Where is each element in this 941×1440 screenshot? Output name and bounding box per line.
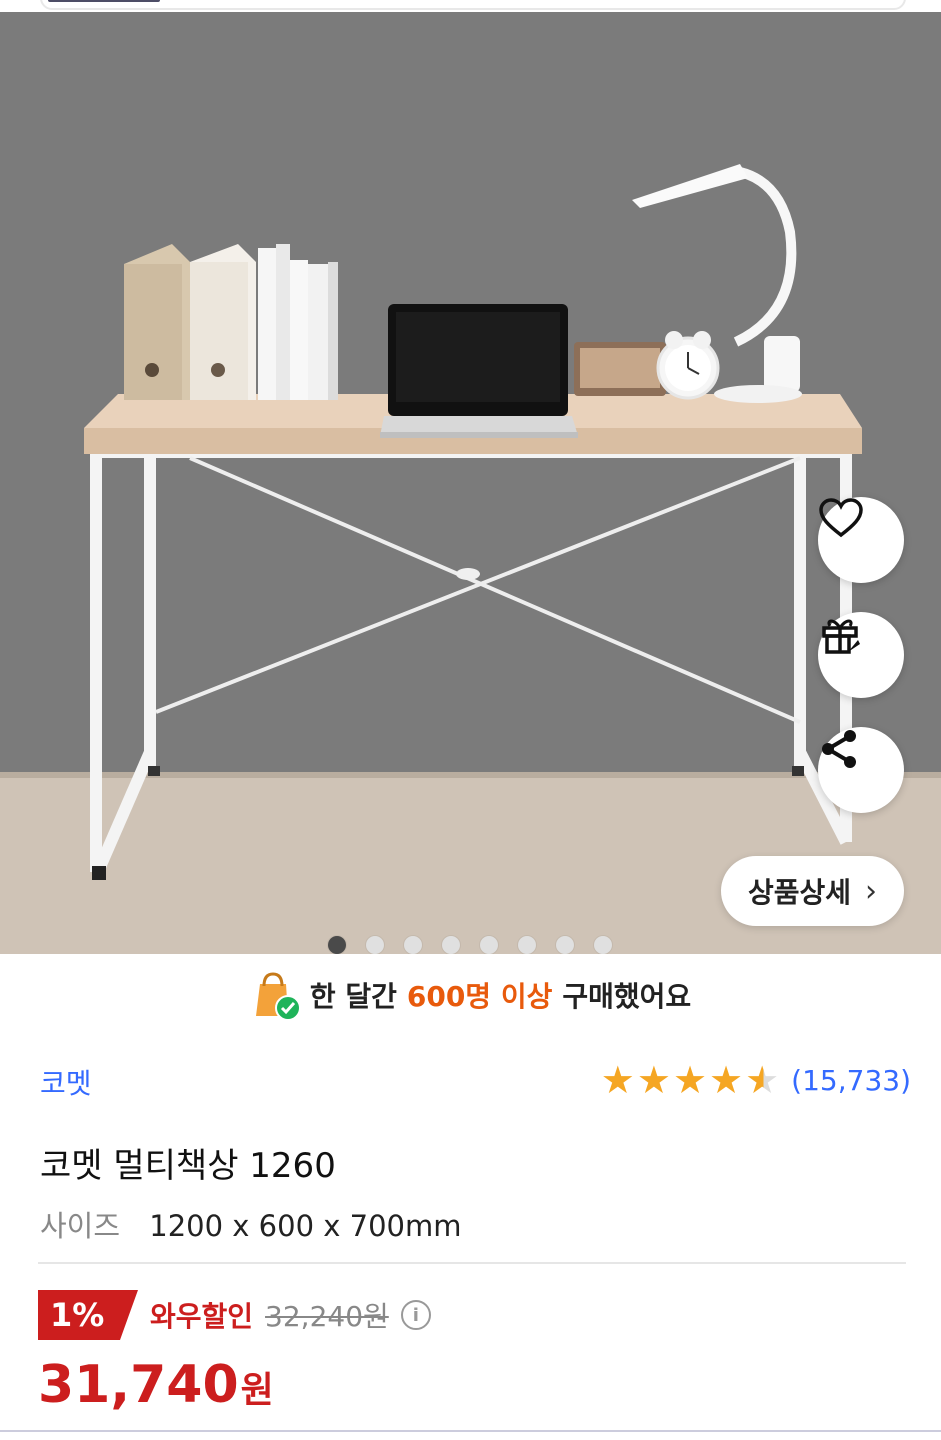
banner-highlight: 600명 이상 [406,980,553,1013]
currency-label: 원 [240,1370,274,1411]
shopping-bag-check-icon [255,972,300,1021]
heart-icon [819,498,863,538]
thumbnail[interactable] [48,0,160,2]
product-title: 코멧 멀티책상 1260 [40,1146,336,1186]
discount-row: 1% 와우할인 32,240원 i [38,1290,431,1340]
banner-suffix: 구매했어요 [562,980,692,1013]
gift-icon [822,619,860,654]
info-icon[interactable]: i [400,1300,431,1330]
divider [38,1262,906,1264]
purchase-count-banner: 한 달간 600명 이상 구매했어요 [0,962,941,1028]
sale-price-value: 31,740 [38,1355,239,1415]
product-image-gallery[interactable]: 상품상세 › [0,12,941,954]
gallery-pagination [328,936,612,954]
gift-button[interactable] [818,612,904,698]
wow-discount-label: 와우할인 [150,1300,254,1333]
banner-prefix: 한 달간 [309,980,397,1013]
pagination-dot[interactable] [328,936,346,954]
pagination-dot[interactable] [480,936,498,954]
pagination-dot[interactable] [404,936,422,954]
product-detail-button[interactable]: 상품상세 › [721,856,904,926]
star-icon: ★ [672,1058,708,1102]
pagination-dot[interactable] [366,936,384,954]
wishlist-button[interactable] [818,497,904,583]
size-row: 사이즈 1200 x 600 x 700mm [40,1203,461,1245]
product-photo [0,12,941,954]
chevron-right-icon: › [865,873,878,909]
size-value: 1200 x 600 x 700mm [149,1209,462,1243]
size-label: 사이즈 [40,1209,121,1243]
pagination-dot[interactable] [518,936,536,954]
sale-price: 31,740 원 [38,1355,274,1415]
star-icon: ★ [709,1058,744,1102]
half-star-icon: ★ [745,1058,780,1102]
rating-summary[interactable]: ★ ★ ★ ★ ★ (15,733) [601,1060,911,1100]
brand-link[interactable]: 코멧 [40,1062,92,1102]
star-icon: ★ [600,1058,635,1102]
thumbnail-strip [40,0,906,10]
star-icon: ★ [636,1058,671,1102]
share-icon [822,730,856,768]
bottom-divider [0,1430,941,1432]
pagination-dot[interactable] [594,936,612,954]
pagination-dot[interactable] [442,936,460,954]
share-button[interactable] [818,727,904,813]
discount-badge: 1% [38,1290,138,1340]
pagination-dot[interactable] [556,936,574,954]
review-count[interactable]: (15,733) [791,1064,911,1097]
product-detail-label: 상품상세 [747,876,852,909]
top-strip [0,0,941,12]
original-price: 32,240원 [265,1300,389,1333]
